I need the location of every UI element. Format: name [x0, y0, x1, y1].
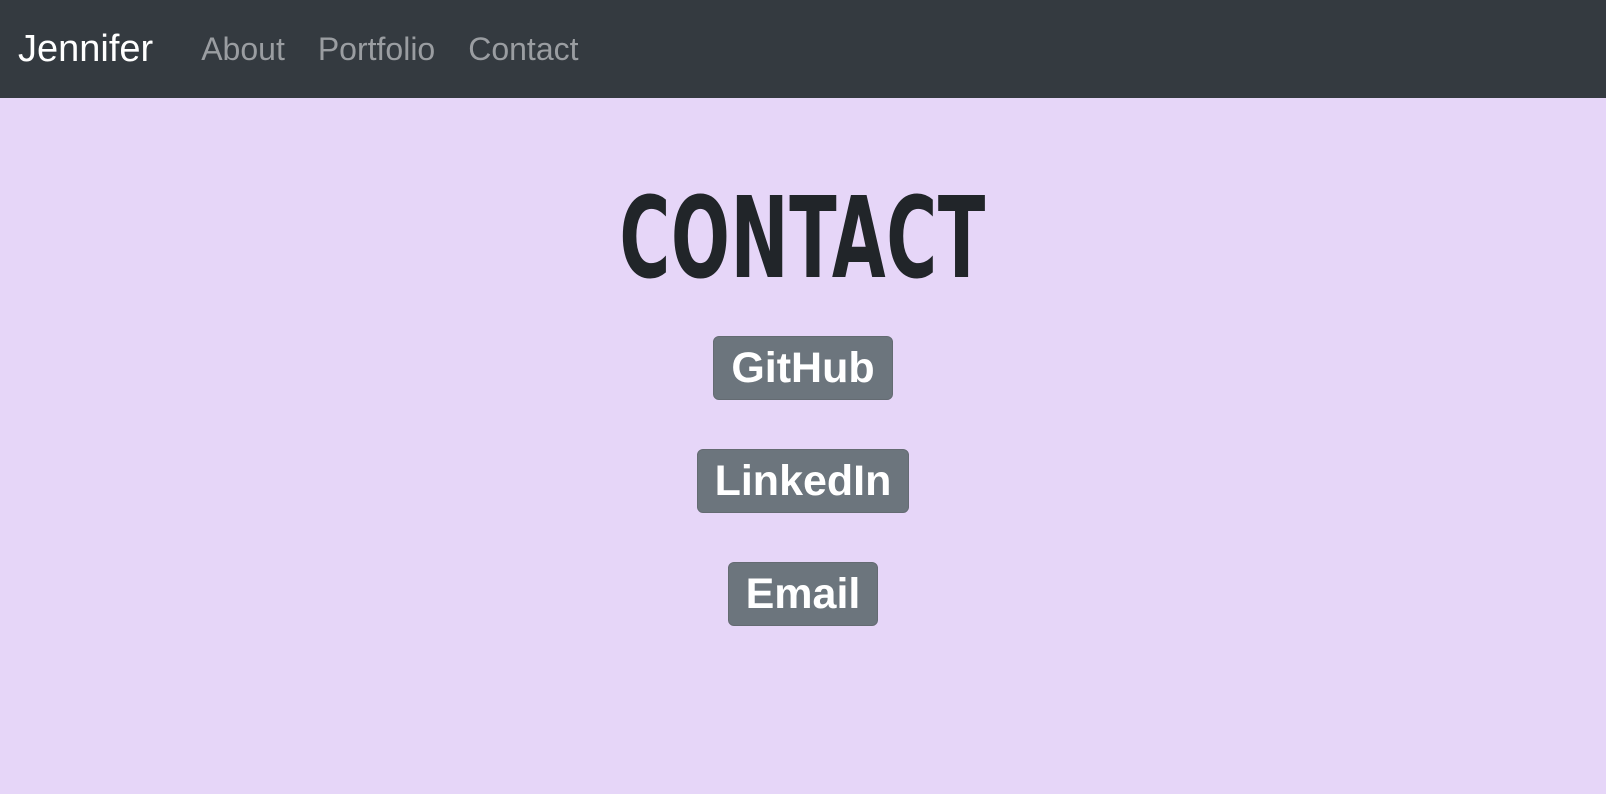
nav-link-about[interactable]: About [201, 31, 285, 68]
main-content: CONTACT GitHub LinkedIn Email [0, 98, 1606, 626]
email-button[interactable]: Email [727, 562, 879, 626]
nav-links: About Portfolio Contact [201, 31, 578, 68]
page-title: CONTACT [619, 174, 987, 304]
linkedin-button[interactable]: LinkedIn [696, 449, 910, 513]
top-navbar: Jennifer About Portfolio Contact [0, 0, 1606, 98]
brand-link[interactable]: Jennifer [18, 28, 153, 71]
nav-link-portfolio[interactable]: Portfolio [318, 31, 435, 68]
nav-link-contact[interactable]: Contact [468, 31, 578, 68]
github-button[interactable]: GitHub [713, 336, 893, 400]
